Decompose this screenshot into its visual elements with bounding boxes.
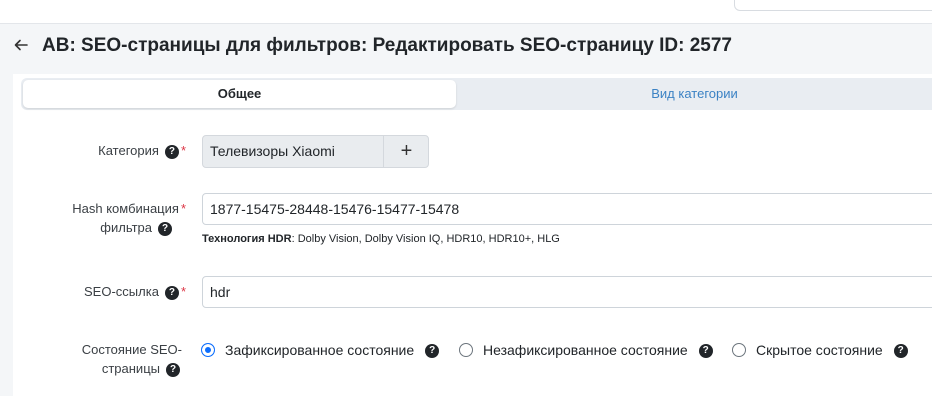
seo-link-label-row: SEO-ссылка? * bbox=[40, 282, 186, 302]
required-mark: * bbox=[180, 284, 186, 299]
hint-filter-values: : Dolby Vision, Dolby Vision IQ, HDR10, … bbox=[291, 233, 560, 245]
category-value: Телевизоры Xiaomi bbox=[210, 143, 335, 159]
help-icon[interactable]: ? bbox=[166, 362, 180, 377]
hash-label-line1: Hash комбинация bbox=[72, 201, 179, 216]
seo-link-value: hdr bbox=[210, 284, 231, 300]
category-field[interactable]: Телевизоры Xiaomi + bbox=[202, 135, 429, 168]
hash-hint: Технология HDR: Dolby Vision, Dolby Visi… bbox=[202, 233, 560, 245]
hint-filter-name: Технология HDR bbox=[202, 233, 292, 245]
help-icon[interactable]: ? bbox=[893, 344, 908, 359]
category-label: Категория bbox=[98, 143, 159, 158]
hash-label-line2-row: фильтра? bbox=[40, 218, 172, 238]
seo-link-input[interactable]: hdr bbox=[202, 276, 932, 308]
help-icon[interactable]: ? bbox=[164, 144, 179, 159]
radio-button[interactable] bbox=[459, 343, 473, 358]
top-bar bbox=[0, 0, 932, 24]
hash-value: 1877-15475-28448-15476-15477-15478 bbox=[210, 201, 460, 217]
state-label-line1: Состояние SEO- bbox=[81, 342, 182, 357]
radio-label: Незафиксированное состояние bbox=[483, 342, 688, 358]
radio-button-checked[interactable] bbox=[201, 343, 215, 358]
state-label-line2: страницы bbox=[101, 361, 160, 376]
seo-link-label: SEO-ссылка bbox=[84, 284, 159, 299]
help-icon[interactable]: ? bbox=[698, 344, 713, 359]
tab-category-view[interactable]: Вид категории bbox=[457, 78, 932, 110]
top-search-input[interactable] bbox=[734, 0, 932, 11]
page-title: AB: SEO-страницы для фильтров: Редактиро… bbox=[42, 35, 732, 56]
help-icon[interactable]: ? bbox=[164, 285, 179, 300]
radio-hidden-state[interactable]: Скрытое состояние? bbox=[732, 341, 908, 359]
required-mark: * bbox=[180, 143, 186, 158]
tab-bar: Общее Вид категории bbox=[21, 78, 932, 110]
hash-label-line1-row: Hash комбинация * bbox=[40, 199, 186, 219]
radio-label: Скрытое состояние bbox=[756, 342, 883, 358]
required-mark: * bbox=[180, 201, 186, 216]
radio-unfixed-state[interactable]: Незафиксированное состояние? bbox=[459, 341, 713, 359]
add-category-button[interactable]: + bbox=[383, 136, 429, 167]
state-label-line2-row: страницы? bbox=[40, 359, 180, 379]
category-label-row: Категория? * bbox=[60, 141, 186, 161]
radio-fixed-state[interactable]: Зафиксированное состояние? bbox=[201, 341, 440, 359]
tab-general[interactable]: Общее bbox=[23, 80, 456, 108]
radio-button[interactable] bbox=[732, 343, 746, 358]
help-icon[interactable]: ? bbox=[158, 221, 172, 236]
radio-label: Зафиксированное состояние bbox=[225, 342, 415, 358]
help-icon[interactable]: ? bbox=[425, 344, 440, 359]
back-arrow-icon[interactable] bbox=[12, 36, 30, 54]
hash-input[interactable]: 1877-15475-28448-15476-15477-15478 bbox=[202, 193, 932, 225]
hash-label-line2: фильтра bbox=[100, 220, 152, 235]
